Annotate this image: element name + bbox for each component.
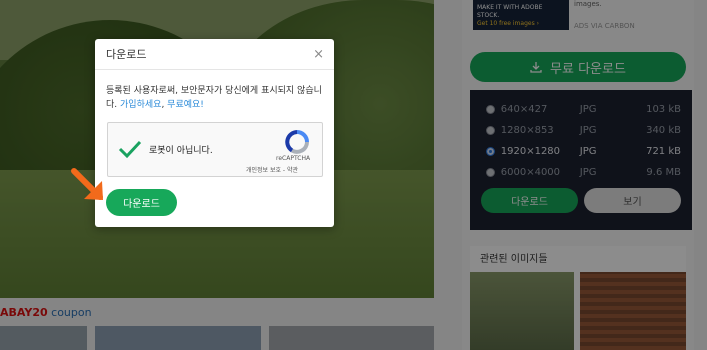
modal-header: 다운로드 [95,39,334,70]
captcha-links[interactable]: 개인정보 보호 - 약관 [246,165,298,174]
recaptcha-widget: 로봇이 아닙니다. reCAPTCHA 개인정보 보호 - 약관 [107,122,323,177]
checkmark-icon[interactable] [118,139,142,159]
modal-download-button[interactable]: 다운로드 [106,189,177,216]
captcha-label: 로봇이 아닙니다. [149,146,213,156]
close-icon[interactable]: × [313,47,324,62]
download-modal: 다운로드 × 등록된 사용자로써, 보안문자가 당신에게 표시되지 않습니다. … [95,39,334,227]
captcha-brand: reCAPTCHA [276,155,311,162]
signup-link[interactable]: 가입하세요 [120,100,161,110]
arrow-pointer-icon [71,168,103,200]
free-link[interactable]: 무료예요! [167,100,204,110]
modal-title: 다운로드 [106,48,147,61]
modal-message: 등록된 사용자로써, 보안문자가 당신에게 표시되지 않습니다. 가입하세요, … [106,86,322,110]
recaptcha-logo-icon [285,130,309,154]
